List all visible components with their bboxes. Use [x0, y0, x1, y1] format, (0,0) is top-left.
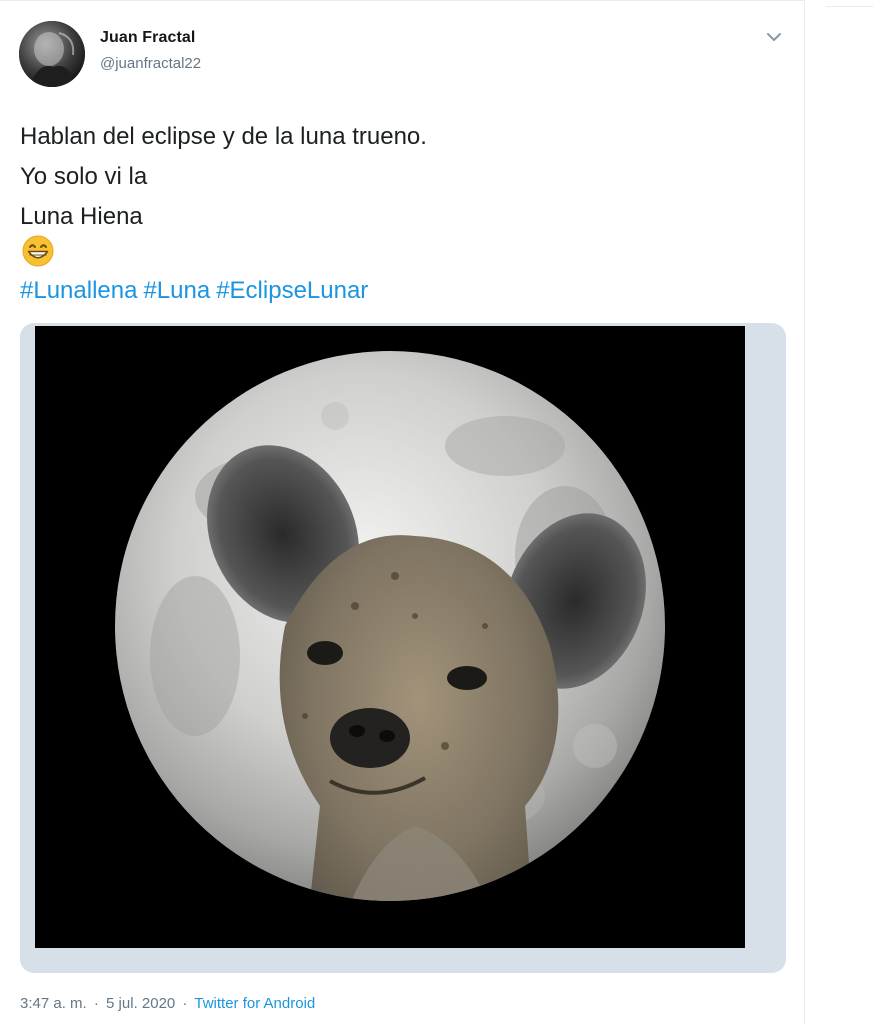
- hashtag-lunallena[interactable]: #Lunallena: [20, 277, 137, 304]
- avatar[interactable]: [19, 21, 85, 87]
- author-handle[interactable]: @juanfractal22: [100, 55, 201, 72]
- hashtag-eclipselunar[interactable]: #EclipseLunar: [216, 277, 368, 304]
- hashtag-luna[interactable]: #Luna: [143, 277, 210, 304]
- hashtag-list: #Lunallena #Luna #EclipseLunar: [20, 273, 374, 309]
- page: Juan Fractal @juanfractal22 Hablan del e…: [0, 0, 873, 1024]
- separator: ·: [93, 995, 99, 1012]
- media-photo[interactable]: [35, 326, 745, 948]
- separator: ·: [182, 995, 188, 1012]
- tweet-timestamp: 3:47 a. m. · 5 jul. 2020 · Twitter for A…: [20, 995, 315, 1012]
- tweet-text-line: Hablan del eclipse y de la luna trueno.: [20, 123, 427, 150]
- tweet-date[interactable]: 5 jul. 2020: [106, 995, 175, 1012]
- avatar-image: [19, 21, 85, 87]
- tweet-text-line: Yo solo vi la: [20, 163, 148, 190]
- divider: [826, 0, 873, 7]
- tweet-text-line: Luna Hiena: [20, 203, 143, 230]
- right-rail: [806, 0, 873, 1024]
- chevron-down-icon[interactable]: [762, 27, 786, 47]
- tweet-time[interactable]: 3:47 a. m.: [20, 995, 87, 1012]
- author-display-name[interactable]: Juan Fractal: [100, 29, 195, 47]
- hyena-moon-image: [35, 326, 745, 948]
- tweet-media[interactable]: [20, 323, 786, 973]
- tweet-card: Juan Fractal @juanfractal22 Hablan del e…: [0, 0, 805, 1024]
- tweet-source-link[interactable]: Twitter for Android: [194, 995, 315, 1012]
- tweet-text: Hablan del eclipse y de la luna trueno. …: [20, 117, 427, 237]
- grinning-emoji-icon: [20, 233, 56, 269]
